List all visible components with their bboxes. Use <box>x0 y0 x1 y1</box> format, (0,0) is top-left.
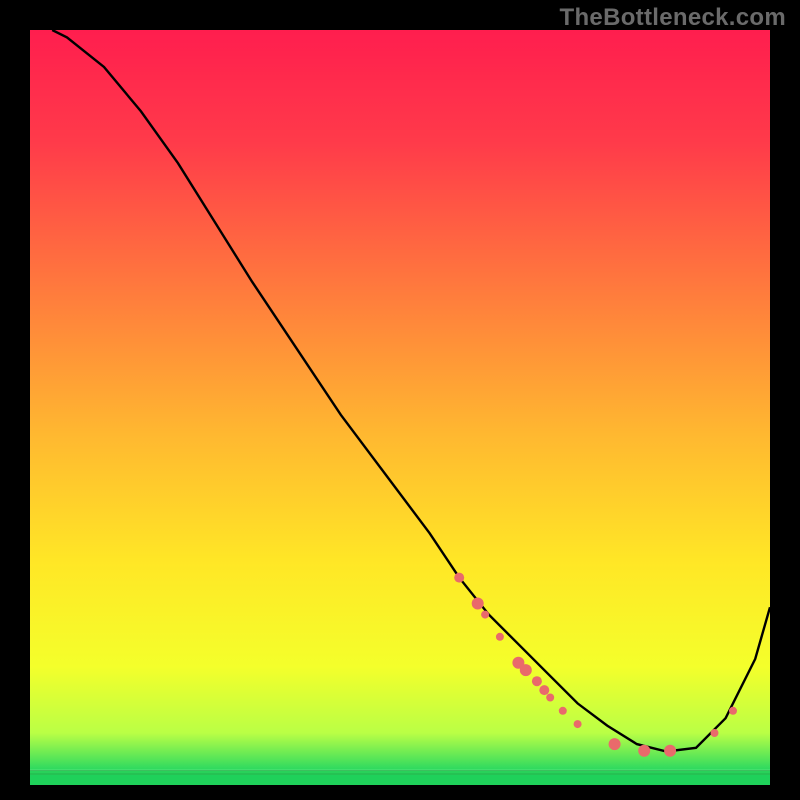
data-point-marker <box>711 729 719 737</box>
data-point-marker <box>496 633 504 641</box>
data-point-marker <box>454 573 464 583</box>
data-point-marker <box>609 738 621 750</box>
data-point-marker <box>532 676 542 686</box>
plot-area <box>30 30 770 770</box>
data-point-marker <box>574 720 582 728</box>
data-point-marker <box>559 707 567 715</box>
data-point-marker <box>638 745 650 757</box>
data-point-marker <box>546 694 554 702</box>
data-point-marker <box>664 745 676 757</box>
data-point-marker <box>539 685 549 695</box>
data-point-marker <box>729 707 737 715</box>
watermark-text: TheBottleneck.com <box>560 4 786 32</box>
chart-container: TheBottleneck.com <box>0 0 800 800</box>
bottleneck-curve <box>30 30 770 770</box>
optimal-band-bottom <box>30 775 770 785</box>
data-point-marker <box>481 611 489 619</box>
data-point-marker <box>520 664 532 676</box>
data-point-marker <box>472 598 484 610</box>
